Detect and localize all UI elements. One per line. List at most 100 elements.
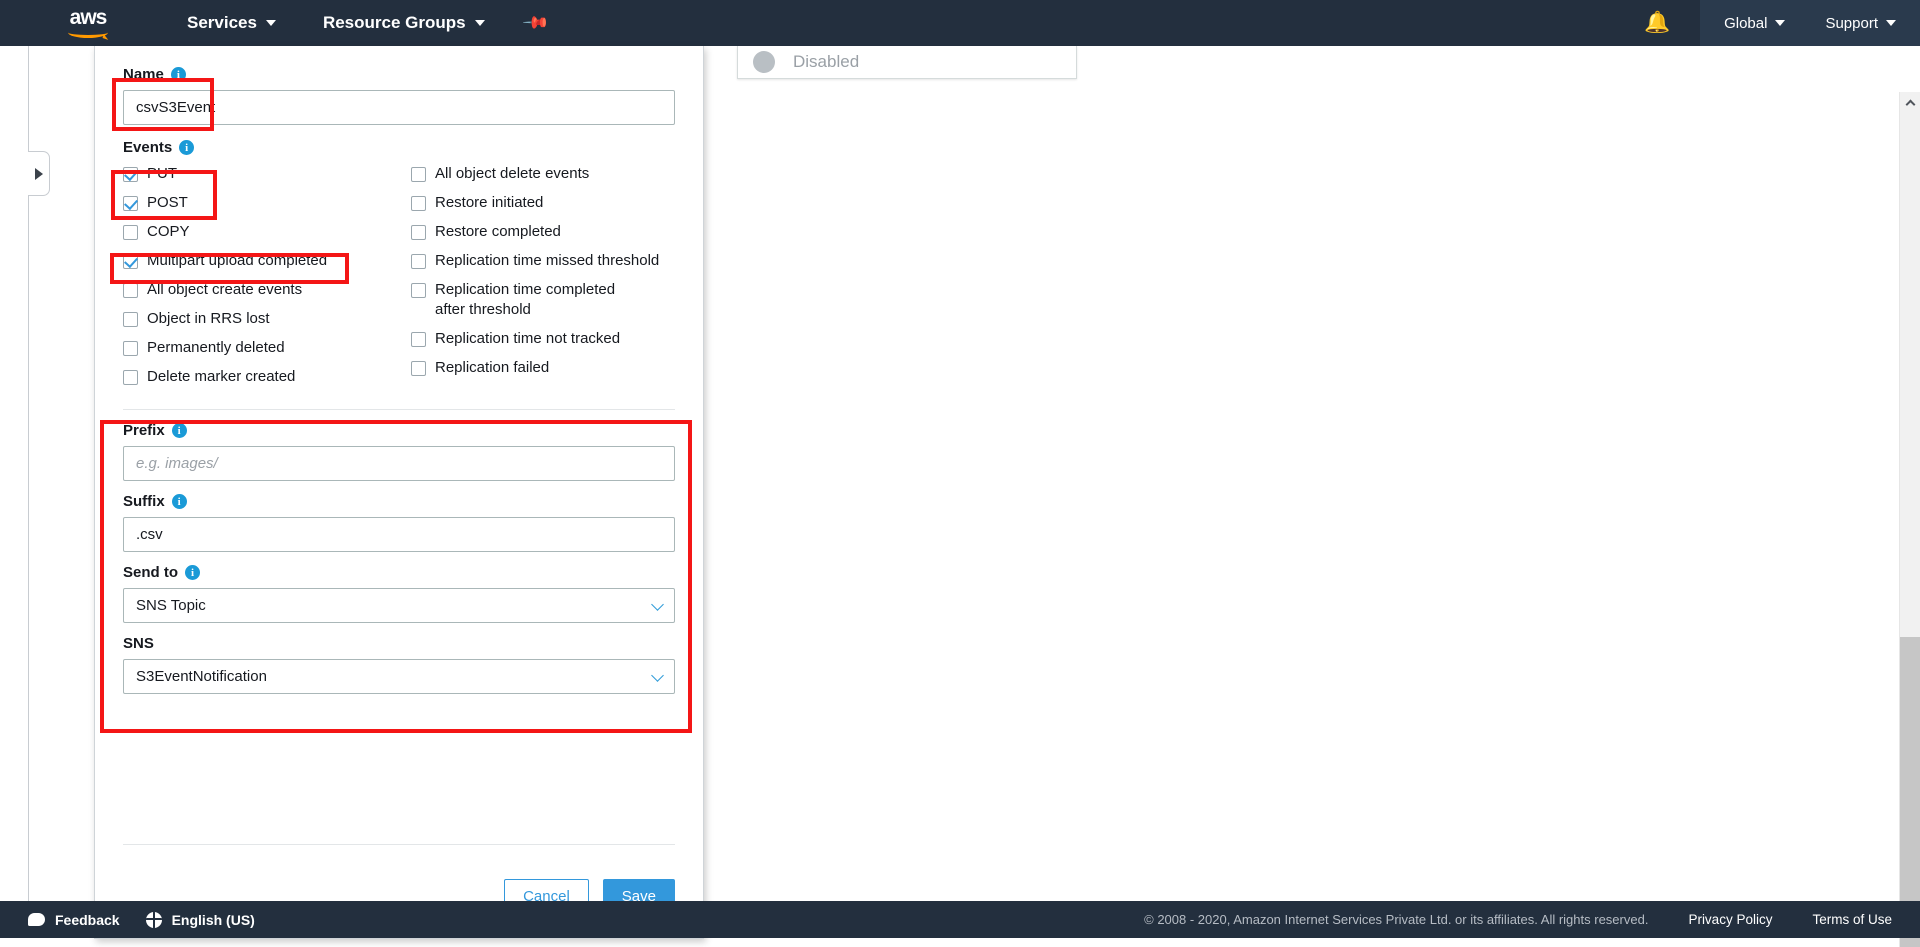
footer-left-group: Feedback English (US) — [28, 912, 255, 928]
checkbox-label: Replication time missed threshold — [435, 251, 659, 271]
checkbox-label: Object in RRS lost — [147, 309, 270, 329]
checkbox-box[interactable] — [411, 332, 426, 347]
events-checkbox-grid: PUT POST COPY Multipart upload comp — [123, 164, 675, 396]
send-to-field-label: Send to i — [123, 564, 675, 581]
sns-selected-value: S3EventNotification — [136, 668, 267, 685]
checkbox-label: Multipart upload completed — [147, 251, 327, 271]
send-to-select[interactable]: SNS Topic — [123, 588, 675, 623]
nav-right-group: Global Support — [1700, 0, 1920, 46]
checkbox-all-object-create-events[interactable]: All object create events — [123, 280, 411, 309]
chevron-down-icon — [475, 20, 485, 26]
event-notification-panel: Name i Events i PUT — [94, 46, 704, 939]
checkbox-replication-failed[interactable]: Replication failed — [411, 358, 675, 387]
top-navigation-bar: aws Services Resource Groups 📌 🔔 Global … — [0, 0, 1920, 46]
suffix-input[interactable] — [123, 517, 675, 552]
aws-logo-smile — [68, 27, 108, 38]
footer-bar: Feedback English (US) © 2008 - 2020, Ama… — [0, 901, 1920, 938]
sns-label-text: SNS — [123, 635, 154, 652]
prefix-label-text: Prefix — [123, 422, 165, 439]
suffix-field: Suffix i — [123, 493, 675, 552]
name-input[interactable] — [123, 90, 675, 125]
sns-field: SNS S3EventNotification — [123, 635, 675, 694]
name-field-label: Name i — [123, 66, 675, 83]
privacy-policy-link[interactable]: Privacy Policy — [1688, 912, 1772, 927]
nav-support-label: Support — [1825, 15, 1878, 32]
nav-region-selector[interactable]: Global — [1704, 0, 1805, 46]
nav-support-menu[interactable]: Support — [1805, 0, 1916, 46]
sidebar-expand-button[interactable] — [28, 151, 50, 196]
checkbox-box[interactable] — [411, 196, 426, 211]
checkbox-object-in-rrs-lost[interactable]: Object in RRS lost — [123, 309, 411, 338]
info-icon[interactable]: i — [179, 140, 194, 155]
language-selector[interactable]: English (US) — [146, 912, 255, 928]
terms-of-use-link[interactable]: Terms of Use — [1812, 912, 1892, 927]
checkbox-post[interactable]: POST — [123, 193, 411, 222]
checkbox-box[interactable] — [123, 370, 138, 385]
nav-region-label: Global — [1724, 15, 1767, 32]
language-label: English (US) — [172, 912, 255, 928]
bell-icon[interactable]: 🔔 — [1644, 11, 1670, 35]
checkbox-box[interactable] — [123, 283, 138, 298]
status-panel: Disabled — [737, 46, 1077, 79]
checkbox-box[interactable] — [123, 254, 138, 269]
checkbox-box[interactable] — [123, 312, 138, 327]
checkbox-box[interactable] — [123, 341, 138, 356]
info-icon[interactable]: i — [185, 565, 200, 580]
checkbox-label: Replication time not tracked — [435, 329, 620, 349]
checkbox-label: Replication failed — [435, 358, 549, 378]
nav-services-menu[interactable]: Services — [177, 0, 286, 46]
checkbox-copy[interactable]: COPY — [123, 222, 411, 251]
pin-icon[interactable]: 📌 — [521, 8, 550, 37]
feedback-label: Feedback — [55, 912, 120, 928]
aws-logo[interactable]: aws — [62, 6, 114, 40]
aws-logo-text: aws — [70, 9, 107, 26]
nav-resource-groups-menu[interactable]: Resource Groups — [313, 0, 495, 46]
sns-select-wrap: S3EventNotification — [123, 659, 675, 694]
scroll-up-button[interactable] — [1900, 92, 1920, 113]
checkbox-label: Replication time completed after thresho… — [435, 280, 640, 320]
chevron-right-icon — [35, 168, 43, 180]
events-label-text: Events — [123, 139, 172, 156]
chevron-down-icon — [1886, 20, 1896, 26]
sns-select[interactable]: S3EventNotification — [123, 659, 675, 694]
sns-field-label: SNS — [123, 635, 675, 652]
checkbox-delete-marker-created[interactable]: Delete marker created — [123, 367, 411, 396]
checkbox-label: COPY — [147, 222, 190, 242]
suffix-field-label: Suffix i — [123, 493, 675, 510]
checkbox-box[interactable] — [123, 196, 138, 211]
checkbox-box[interactable] — [411, 225, 426, 240]
checkbox-replication-time-not-tracked[interactable]: Replication time not tracked — [411, 329, 675, 358]
status-label: Disabled — [793, 52, 859, 72]
checkbox-box[interactable] — [123, 225, 138, 240]
checkbox-box[interactable] — [411, 167, 426, 182]
checkbox-all-object-delete-events[interactable]: All object delete events — [411, 164, 675, 193]
events-field-label: Events i — [123, 139, 675, 156]
page-body: Disabled Name i Events i — [0, 46, 1920, 901]
checkbox-replication-time-completed-after-threshold[interactable]: Replication time completed after thresho… — [411, 280, 675, 329]
checkbox-box[interactable] — [411, 283, 426, 298]
checkbox-box[interactable] — [123, 167, 138, 182]
info-icon[interactable]: i — [172, 494, 187, 509]
prefix-input[interactable] — [123, 446, 675, 481]
events-left-column: PUT POST COPY Multipart upload comp — [123, 164, 411, 396]
checkbox-replication-time-missed-threshold[interactable]: Replication time missed threshold — [411, 251, 675, 280]
checkbox-put[interactable]: PUT — [123, 164, 411, 193]
prefix-field: Prefix i — [123, 422, 675, 481]
checkbox-box[interactable] — [411, 361, 426, 376]
checkbox-label: Delete marker created — [147, 367, 295, 387]
chevron-up-icon — [1906, 99, 1916, 109]
status-indicator-dot — [753, 51, 775, 73]
copyright-text: © 2008 - 2020, Amazon Internet Services … — [1144, 912, 1648, 927]
events-right-column: All object delete events Restore initiat… — [411, 164, 675, 396]
info-icon[interactable]: i — [172, 423, 187, 438]
checkbox-label: All object create events — [147, 280, 302, 300]
vertical-scrollbar[interactable] — [1899, 92, 1920, 947]
checkbox-box[interactable] — [411, 254, 426, 269]
feedback-link[interactable]: Feedback — [28, 912, 120, 928]
suffix-label-text: Suffix — [123, 493, 165, 510]
info-icon[interactable]: i — [171, 67, 186, 82]
checkbox-permanently-deleted[interactable]: Permanently deleted — [123, 338, 411, 367]
checkbox-restore-initiated[interactable]: Restore initiated — [411, 193, 675, 222]
checkbox-multipart-upload-completed[interactable]: Multipart upload completed — [123, 251, 411, 280]
checkbox-restore-completed[interactable]: Restore completed — [411, 222, 675, 251]
